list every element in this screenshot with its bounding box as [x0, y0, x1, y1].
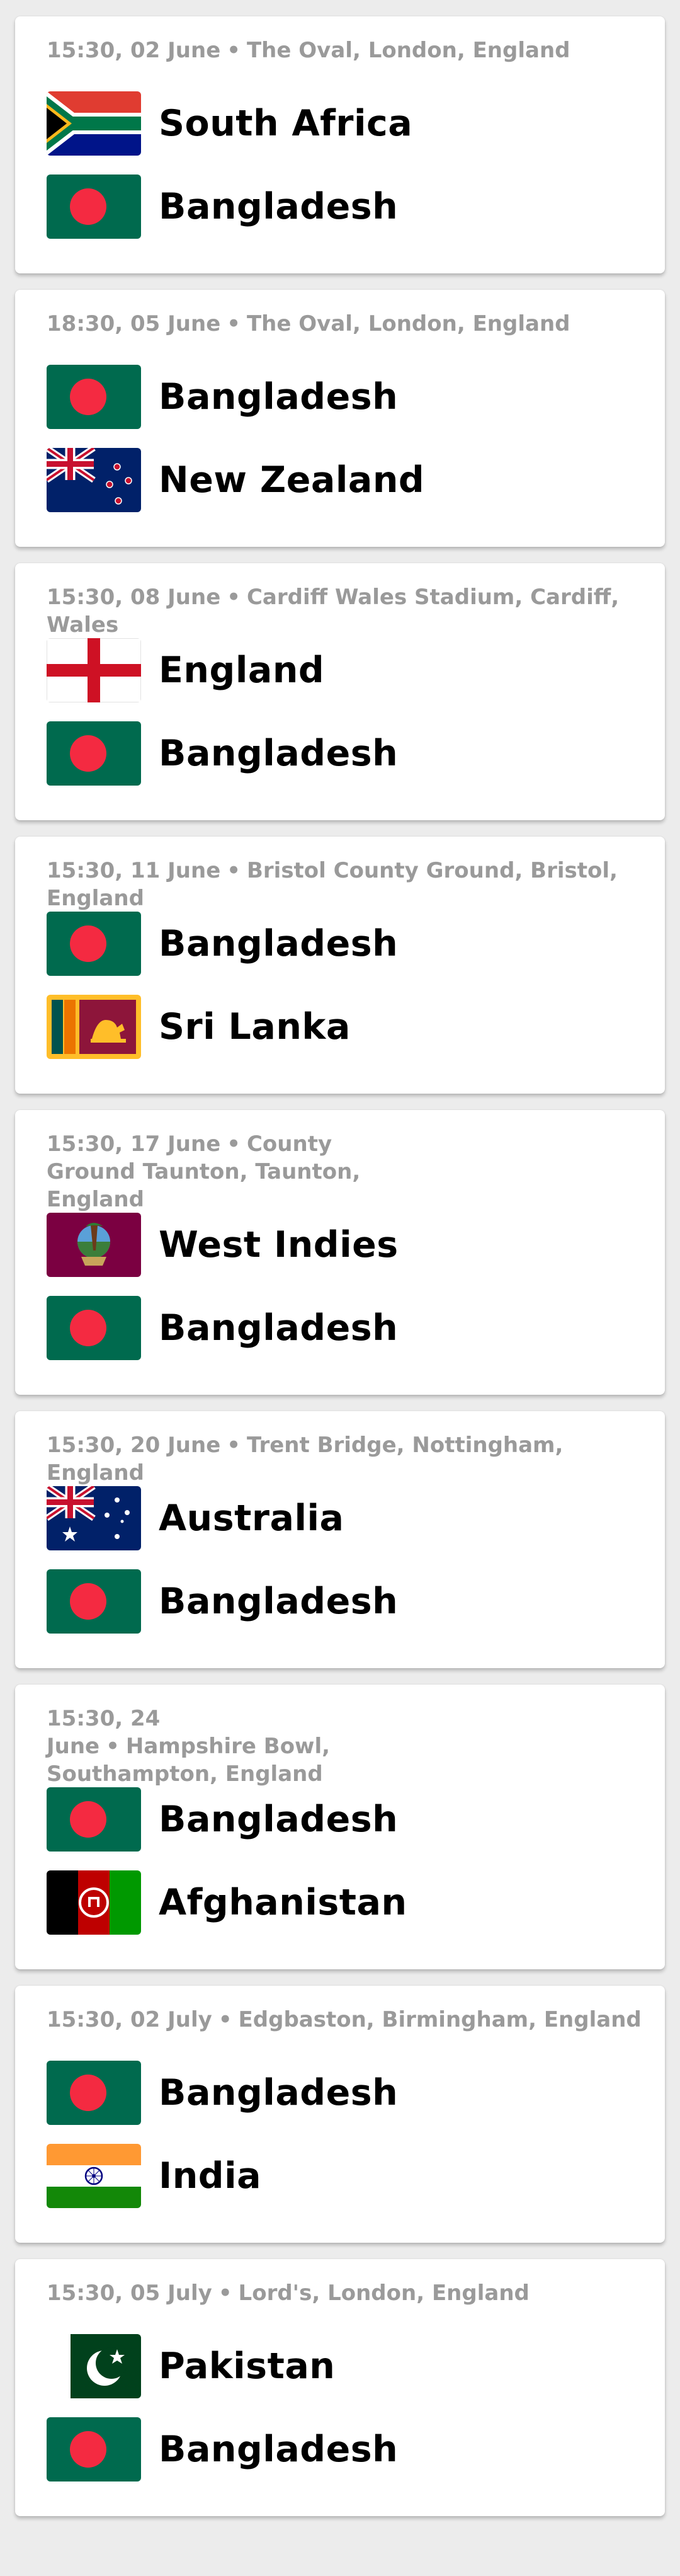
match-meta: 15:30, 20 June • Trent Bridge, Nottingham,… [47, 1433, 564, 1485]
match-card[interactable]: 15:30, 05 July • Lord's, London, England P… [15, 2259, 665, 2516]
match-card[interactable]: 15:30, 17 June • County Ground Taunton, Ta… [15, 1110, 665, 1395]
team-row: Bangladesh [47, 364, 398, 430]
team-row: Bangladesh [47, 721, 398, 786]
afghanistan-flag-icon [47, 1870, 141, 1935]
match-meta: 15:30, 02 July • Edgbaston, Birmingham, En… [47, 2007, 642, 2032]
team-name: Pakistan [159, 2345, 336, 2387]
team-row: England [47, 638, 324, 703]
england-flag-icon [47, 638, 141, 702]
team-name: Australia [159, 1497, 344, 1539]
team-name: Bangladesh [159, 2429, 399, 2470]
team-name: Bangladesh [159, 186, 399, 227]
match-card[interactable]: 15:30, 24 June • Hampshire Bowl, Southampt… [15, 1685, 665, 1969]
bangladesh-flag-icon [47, 2061, 141, 2125]
match-meta: 15:30, 08 June • Cardiff Wales Stadium, Ca… [47, 585, 620, 638]
match-meta: 15:30, 24 June • Hampshire Bowl, Southampt… [47, 1706, 331, 1787]
australia-flag-icon [47, 1486, 141, 1550]
team-row: Bangladesh [47, 911, 398, 976]
team-name: Afghanistan [159, 1882, 407, 1923]
team-name: West Indies [159, 1224, 399, 1266]
team-row: Bangladesh [47, 2417, 398, 2482]
bangladesh-flag-icon [47, 912, 141, 976]
team-row: Pakistan [47, 2333, 335, 2399]
match-meta: 15:30, 05 July • Lord's, London, England [47, 2281, 530, 2306]
match-card[interactable]: 15:30, 08 June • Cardiff Wales Stadium, Ca… [15, 563, 665, 820]
match-card[interactable]: 15:30, 02 June • The Oval, London, England… [15, 16, 665, 273]
match-card[interactable]: 15:30, 02 July • Edgbaston, Birmingham, En… [15, 1986, 665, 2243]
team-name: Bangladesh [159, 1799, 399, 1840]
team-name: Bangladesh [159, 1307, 399, 1349]
west-indies-flag-icon [47, 1213, 141, 1277]
team-name: India [159, 2155, 262, 2197]
team-row: New Zealand [47, 447, 424, 513]
team-row: India [47, 2143, 261, 2209]
team-row: West Indies [47, 1212, 399, 1278]
bangladesh-flag-icon [47, 365, 141, 429]
team-name: Bangladesh [159, 376, 399, 418]
south-africa-flag-icon [47, 91, 141, 156]
team-row: Bangladesh [47, 2060, 398, 2126]
match-meta: 15:30, 02 June • The Oval, London, England [47, 38, 570, 63]
bangladesh-flag-icon [47, 1569, 141, 1634]
bangladesh-flag-icon [47, 2417, 141, 2482]
match-meta: 15:30, 11 June • Bristol County Ground, Br… [47, 858, 618, 911]
team-row: Bangladesh [47, 174, 398, 239]
bangladesh-flag-icon [47, 1787, 141, 1852]
team-name: England [159, 650, 325, 691]
match-meta: 18:30, 05 June • The Oval, London, England [47, 311, 570, 336]
team-row: Bangladesh [47, 1787, 398, 1852]
team-name: Bangladesh [159, 2072, 399, 2114]
bangladesh-flag-icon [47, 175, 141, 239]
team-row: Afghanistan [47, 1870, 407, 1935]
team-name: Bangladesh [159, 733, 399, 774]
team-row: Australia [47, 1485, 344, 1551]
team-row: South Africa [47, 91, 412, 156]
team-name: South Africa [159, 103, 413, 144]
bangladesh-flag-icon [47, 721, 141, 786]
india-flag-icon [47, 2144, 141, 2208]
team-row: Bangladesh [47, 1569, 398, 1634]
team-row: Bangladesh [47, 1295, 398, 1361]
match-meta: 15:30, 17 June • County Ground Taunton, Ta… [47, 1131, 361, 1212]
team-name: Bangladesh [159, 1581, 399, 1622]
team-row: Sri Lanka [47, 994, 351, 1060]
team-name: Sri Lanka [159, 1006, 351, 1048]
match-card[interactable]: 15:30, 11 June • Bristol County Ground, Br… [15, 837, 665, 1094]
team-name: New Zealand [159, 459, 425, 501]
pakistan-flag-icon [47, 2334, 141, 2398]
new-zealand-flag-icon [47, 448, 141, 512]
bangladesh-flag-icon [47, 1296, 141, 1360]
match-card[interactable]: 15:30, 20 June • Trent Bridge, Nottingham,… [15, 1411, 665, 1668]
match-card[interactable]: 18:30, 05 June • The Oval, London, England… [15, 290, 665, 547]
sri-lanka-flag-icon [47, 995, 141, 1059]
team-name: Bangladesh [159, 923, 399, 965]
